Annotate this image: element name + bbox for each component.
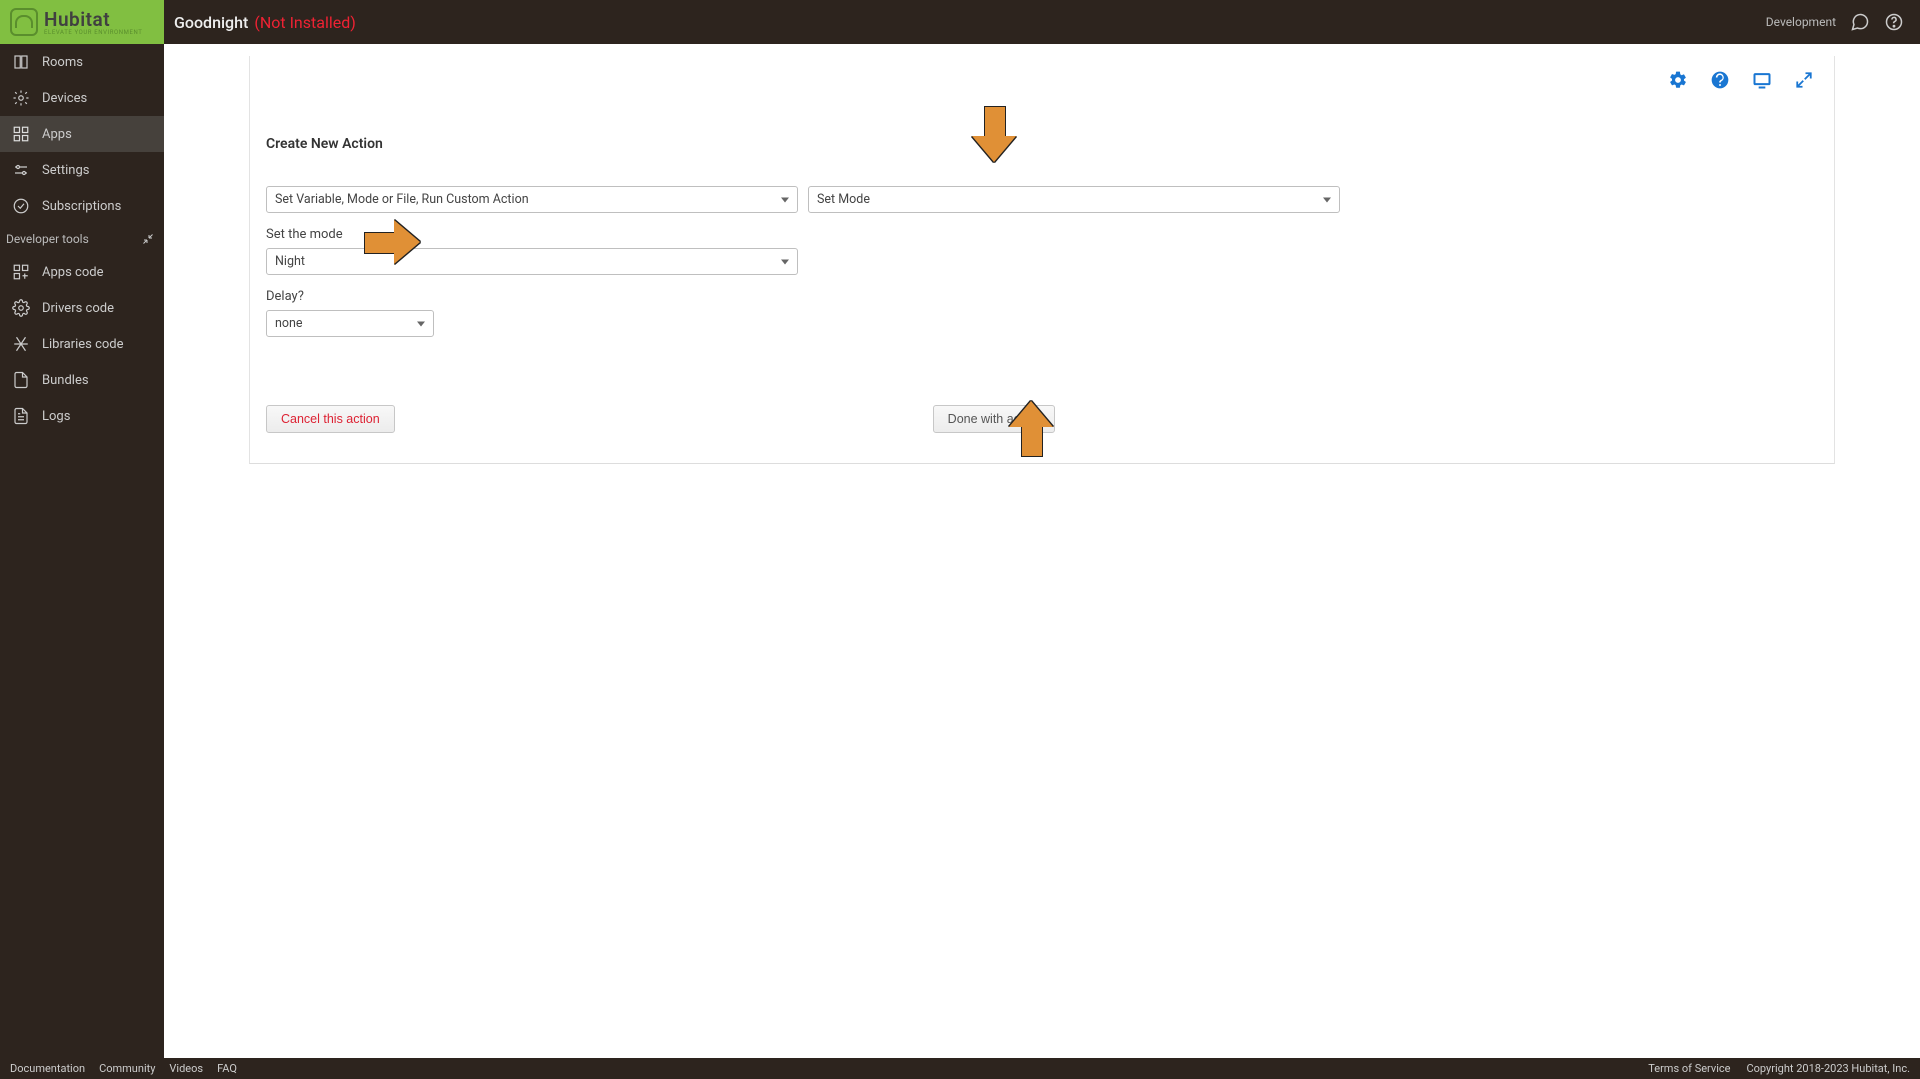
page-title: Goodnight — [174, 13, 248, 32]
sidebar-item-bundles[interactable]: Bundles — [0, 362, 164, 398]
sidebar-item-drivers-code[interactable]: Drivers code — [0, 290, 164, 326]
sidebar-item-label: Devices — [42, 91, 87, 106]
chevron-down-icon — [781, 259, 789, 264]
annotation-arrow-2 — [364, 220, 422, 264]
footer-link-faq[interactable]: FAQ — [217, 1062, 237, 1075]
chat-icon[interactable] — [1850, 12, 1870, 32]
libraries-code-icon — [12, 335, 30, 353]
sidebar-item-rooms[interactable]: Rooms — [0, 44, 164, 80]
sidebar-item-label: Apps — [42, 127, 72, 142]
footer-link-documentation[interactable]: Documentation — [10, 1062, 85, 1075]
action-type-select[interactable]: Set Variable, Mode or File, Run Custom A… — [266, 186, 798, 213]
subscriptions-icon — [12, 197, 30, 215]
footer-link-community[interactable]: Community — [99, 1062, 155, 1075]
annotation-arrow-1 — [972, 106, 1016, 164]
sidebar-item-subscriptions[interactable]: Subscriptions — [0, 188, 164, 224]
chevron-down-icon — [1323, 197, 1331, 202]
collapse-icon — [142, 233, 154, 245]
select-value: Set Variable, Mode or File, Run Custom A… — [275, 192, 529, 207]
chevron-down-icon — [417, 321, 425, 326]
help-icon[interactable] — [1884, 12, 1904, 32]
drivers-code-icon — [12, 299, 30, 317]
logo-text: Hubitat — [44, 8, 142, 31]
gear-icon[interactable] — [1668, 70, 1688, 90]
page-title-area: Goodnight (Not Installed) — [164, 13, 356, 32]
panel-heading: Create New Action — [266, 136, 1818, 152]
select-value: none — [275, 316, 303, 331]
sidebar-item-label: Settings — [42, 163, 89, 178]
footer: Documentation Community Videos FAQ Terms… — [0, 1058, 1920, 1079]
help-circle-icon[interactable] — [1710, 70, 1730, 90]
mode-select[interactable]: Night — [266, 248, 798, 275]
apps-icon — [12, 125, 30, 143]
expand-icon[interactable] — [1794, 70, 1814, 90]
sidebar: Rooms Devices Apps Settings Subscription… — [0, 44, 164, 1058]
sidebar-item-logs[interactable]: Logs — [0, 398, 164, 434]
settings-icon — [12, 161, 30, 179]
sidebar-item-label: Apps code — [42, 265, 103, 280]
sidebar-dev-header[interactable]: Developer tools — [0, 224, 164, 254]
sidebar-item-label: Libraries code — [42, 337, 124, 352]
device-icon[interactable] — [1752, 70, 1772, 90]
sub-action-select[interactable]: Set Mode — [808, 186, 1340, 213]
logs-icon — [12, 407, 30, 425]
footer-copyright: Copyright 2018-2023 Hubitat, Inc. — [1746, 1062, 1910, 1075]
rooms-icon — [12, 53, 30, 71]
sidebar-item-apps[interactable]: Apps — [0, 116, 164, 152]
footer-link-videos[interactable]: Videos — [169, 1062, 203, 1075]
select-value: Set Mode — [817, 192, 870, 207]
apps-code-icon — [12, 263, 30, 281]
install-status: (Not Installed) — [254, 13, 355, 32]
sidebar-item-label: Subscriptions — [42, 199, 121, 214]
top-bar: Hubitat ELEVATE YOUR ENVIRONMENT Goodnig… — [0, 0, 1920, 44]
delay-label: Delay? — [266, 289, 1818, 304]
delay-select[interactable]: none — [266, 310, 434, 337]
devices-icon — [12, 89, 30, 107]
sidebar-item-devices[interactable]: Devices — [0, 80, 164, 116]
logo-tagline: ELEVATE YOUR ENVIRONMENT — [44, 29, 142, 36]
sidebar-item-apps-code[interactable]: Apps code — [0, 254, 164, 290]
sidebar-item-label: Logs — [42, 409, 70, 424]
chevron-down-icon — [781, 197, 789, 202]
logo[interactable]: Hubitat ELEVATE YOUR ENVIRONMENT — [0, 0, 164, 44]
sidebar-item-label: Bundles — [42, 373, 89, 388]
annotation-arrow-3 — [1009, 399, 1053, 457]
bundles-icon — [12, 371, 30, 389]
dev-header-label: Developer tools — [6, 232, 89, 246]
logo-icon — [10, 8, 38, 36]
sidebar-item-libraries-code[interactable]: Libraries code — [0, 326, 164, 362]
sidebar-item-label: Rooms — [42, 55, 83, 70]
sidebar-item-settings[interactable]: Settings — [0, 152, 164, 188]
main-area: Create New Action Set Variable, Mode or … — [164, 44, 1920, 1058]
mode-label: Set the mode — [266, 227, 1818, 242]
footer-tos[interactable]: Terms of Service — [1648, 1062, 1730, 1075]
sidebar-item-label: Drivers code — [42, 301, 114, 316]
dev-label: Development — [1766, 15, 1836, 29]
cancel-action-button[interactable]: Cancel this action — [266, 405, 395, 433]
select-value: Night — [275, 254, 305, 269]
